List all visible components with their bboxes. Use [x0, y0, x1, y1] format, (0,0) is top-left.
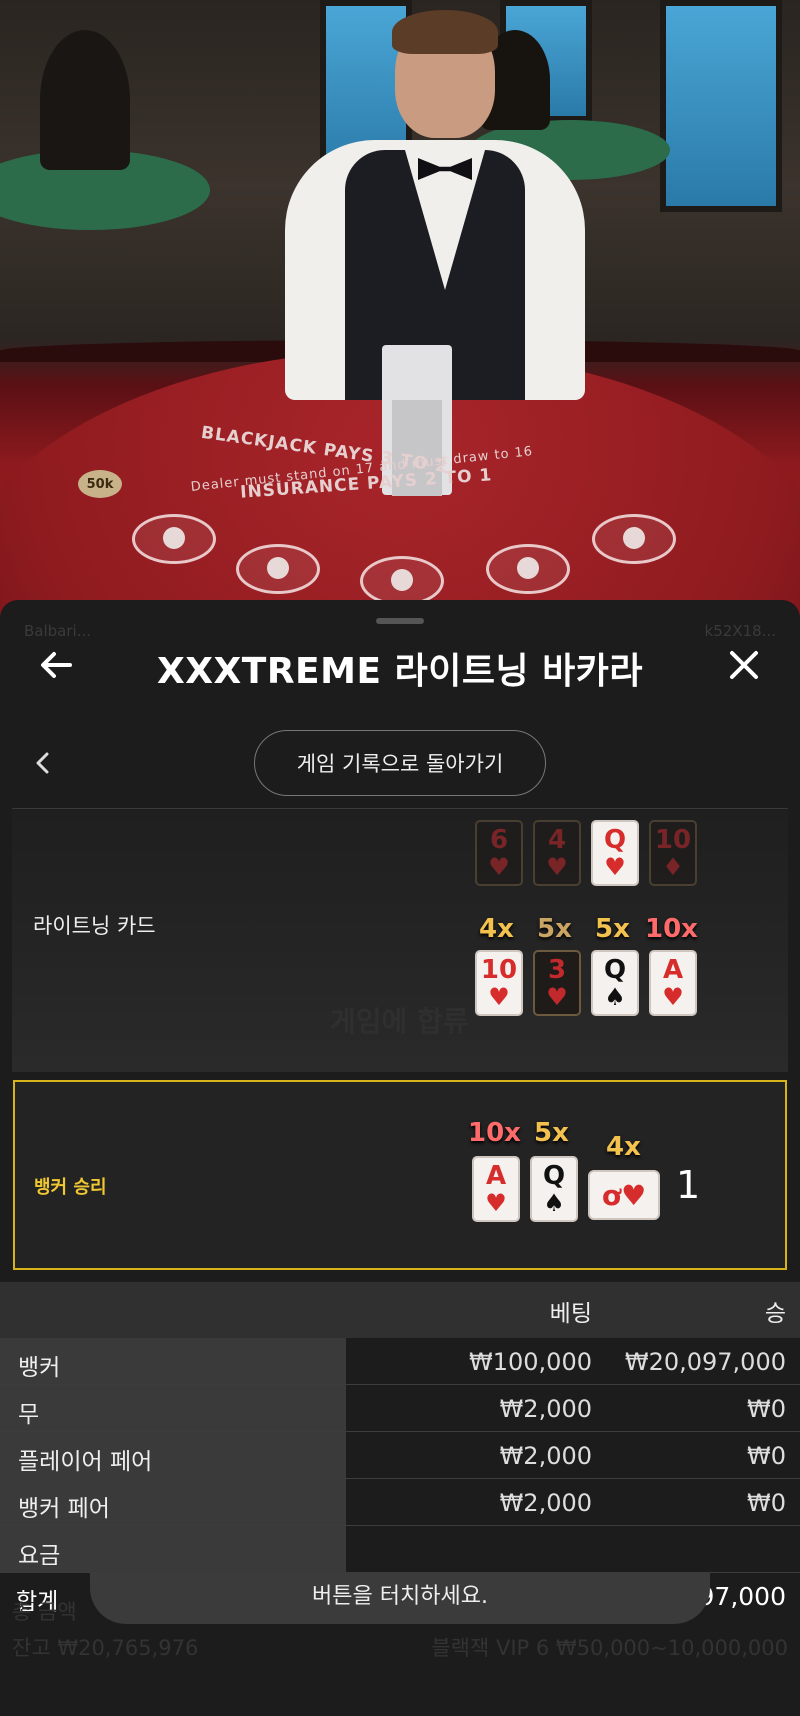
playing-card: 10 ♦	[649, 820, 697, 886]
card-multiplier: 5x	[537, 914, 572, 944]
playing-card: 3 ♥	[533, 950, 581, 1016]
card-suit: ♥	[488, 983, 510, 1011]
winner-score: 1	[676, 1163, 701, 1207]
row-value-cell	[346, 1526, 800, 1572]
win-amount: ₩0	[747, 1442, 786, 1470]
bet-spot	[592, 514, 676, 564]
total-win: 97,000	[698, 1582, 786, 1611]
bet-amount: ₩2,000	[499, 1395, 592, 1423]
ghost-total-amount-label: 총 금액	[12, 1600, 77, 1624]
chip: 50k	[78, 470, 122, 498]
card-suit: ♦	[662, 853, 684, 881]
ghost-table-limits: 블랙잭 VIP 6 ₩50,000~10,000,000	[431, 1636, 788, 1660]
close-icon[interactable]	[724, 645, 764, 685]
dealer-hair	[392, 10, 498, 54]
card-rank: Q	[603, 955, 627, 985]
card-multiplier: 10x	[645, 914, 698, 944]
bet-row: 플레이어 페어 ₩2,000 ₩0	[0, 1432, 800, 1479]
playing-card: Q ♠	[530, 1156, 578, 1222]
playing-card: Q ♥	[591, 820, 639, 886]
bet-row: 뱅커 페어 ₩2,000 ₩0	[0, 1479, 800, 1526]
card-multiplier: 5x	[534, 1118, 569, 1148]
page-title: XXXTREME 라이트닝 바카라	[157, 651, 643, 692]
ghost-balance: 잔고 ₩20,765,976	[12, 1636, 199, 1660]
card-rank: 10	[654, 825, 692, 855]
side-card: ơ♥	[588, 1170, 660, 1220]
ghost-player-id: k52X18...	[704, 622, 776, 640]
bet-name: 플레이어 페어	[18, 1449, 153, 1475]
card-suit: ♥	[662, 983, 684, 1011]
playing-card: A ♥	[649, 950, 697, 1016]
card-rank: A	[485, 1161, 507, 1191]
card-multiplier: 10x	[468, 1118, 521, 1148]
card-multiplier: 5x	[595, 914, 630, 944]
card-suit: ♥	[485, 1189, 507, 1217]
divider	[12, 808, 788, 809]
bet-name: 뱅커 페어	[18, 1496, 110, 1522]
chevron-left-icon[interactable]	[30, 748, 56, 778]
card-suit: ♥	[546, 853, 568, 881]
bet-spot	[360, 556, 444, 606]
card-suit: ♥	[488, 853, 510, 881]
column-header-win: 승	[764, 1301, 786, 1327]
winner-result-box	[13, 1080, 787, 1270]
bet-row: 뱅커 ₩100,000 ₩20,097,000	[0, 1338, 800, 1385]
bet-name: 요금	[18, 1543, 61, 1569]
bet-row: 무 ₩2,000 ₩0	[0, 1385, 800, 1432]
card-suit: ♠	[604, 983, 626, 1011]
card-rank: 4	[547, 825, 567, 855]
back-to-history-button[interactable]: 게임 기록으로 돌아가기	[254, 730, 546, 796]
ghost-join-text: 게임에 합류	[330, 1005, 469, 1038]
background-window	[660, 0, 782, 212]
card-rank: 10	[480, 955, 518, 985]
card-rank: 3	[547, 955, 567, 985]
bets-table-header	[0, 1282, 800, 1338]
live-video-feed: BLACKJACK PAYS 3 TO 2 Dealer must stand …	[0, 0, 800, 620]
bet-name: 무	[18, 1402, 40, 1428]
playing-card: Q ♠	[591, 950, 639, 1016]
background-dealer	[40, 30, 130, 170]
ghost-player-name: Balbari...	[24, 622, 92, 640]
side-card-multiplier: 4x	[606, 1132, 641, 1162]
playing-card: 10 ♥	[475, 950, 523, 1016]
card-rank: Q	[603, 825, 627, 855]
card-rank: Q	[542, 1161, 566, 1191]
card-suit: ♥	[546, 983, 568, 1011]
bet-amount: ₩2,000	[499, 1489, 592, 1517]
sheet-drag-handle[interactable]	[376, 618, 424, 624]
card-rank: 6	[489, 825, 509, 855]
bet-spot	[486, 544, 570, 594]
column-header-bet: 베팅	[549, 1301, 592, 1327]
win-amount: ₩0	[747, 1395, 786, 1423]
bet-amount: ₩100,000	[469, 1348, 592, 1376]
bet-amount: ₩2,000	[499, 1442, 592, 1470]
win-amount: ₩0	[747, 1489, 786, 1517]
winner-label: 뱅커 승리	[34, 1177, 107, 1198]
bet-spot	[236, 544, 320, 594]
bet-spot	[132, 514, 216, 564]
playing-card: 4 ♥	[533, 820, 581, 886]
bet-name: 뱅커	[18, 1355, 61, 1381]
playing-card: A ♥	[472, 1156, 520, 1222]
win-amount: ₩20,097,000	[624, 1348, 786, 1376]
lightning-cards-label: 라이트닝 카드	[33, 914, 156, 938]
bet-row: 요금	[0, 1526, 800, 1573]
card-suit: ♠	[543, 1189, 565, 1217]
toast-line-2: 버튼을 터치하세요.	[312, 1584, 488, 1609]
row-label-cell	[0, 1385, 346, 1431]
card-multiplier: 4x	[479, 914, 514, 944]
card-suit: ♥	[604, 853, 626, 881]
card-rank: A	[662, 955, 684, 985]
playing-card: 6 ♥	[475, 820, 523, 886]
